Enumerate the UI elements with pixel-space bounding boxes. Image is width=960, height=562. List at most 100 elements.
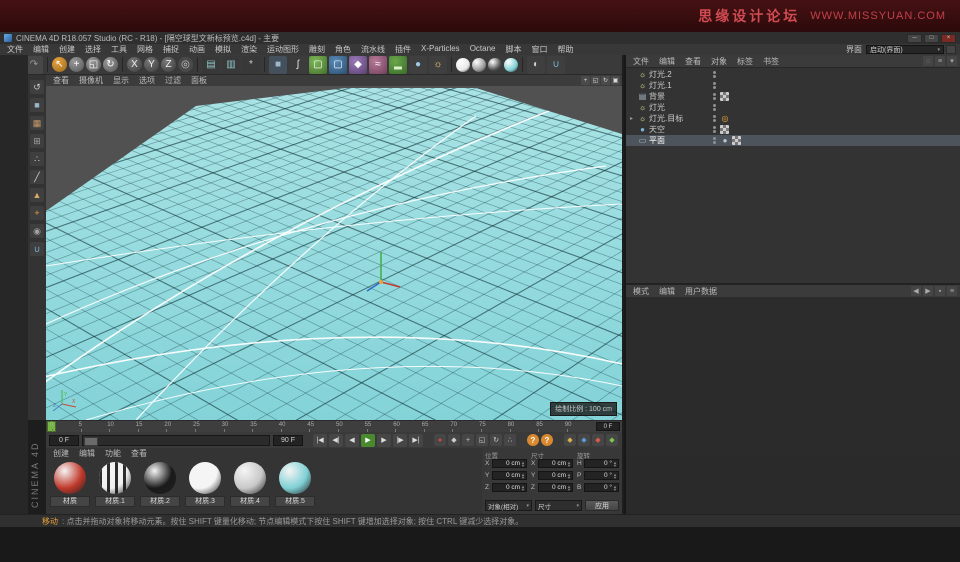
spinner-icon[interactable]: ▲▼ — [521, 485, 525, 491]
coordinate-field[interactable]: 0 cm▲▼ — [538, 483, 573, 492]
move-tool-icon[interactable]: + — [69, 57, 84, 72]
spinner-icon[interactable]: ▲▼ — [567, 473, 571, 479]
rotate-tool-icon[interactable]: ↻ — [103, 57, 118, 72]
display-lines-icon[interactable] — [488, 58, 502, 72]
record-keyframe-button[interactable]: ● — [434, 434, 446, 446]
play-button[interactable]: ▶ — [361, 434, 375, 447]
coordinate-field[interactable]: 0 °▲▼ — [584, 471, 619, 480]
spinner-icon[interactable]: ▲▼ — [521, 461, 525, 467]
viewport-menu-item[interactable]: 选项 — [134, 75, 160, 86]
keyframe-color-icon-3[interactable]: ◆ — [592, 434, 604, 446]
next-frame-button[interactable]: ▶ — [377, 434, 391, 447]
material-sphere[interactable] — [54, 462, 86, 494]
materials-menu-item[interactable]: 查看 — [126, 448, 152, 459]
scale-tool-icon[interactable]: ◱ — [86, 57, 101, 72]
timeline-range-slider[interactable] — [82, 435, 270, 446]
phong-tag-icon[interactable]: ● — [720, 136, 730, 146]
visibility-dots[interactable] — [713, 71, 716, 78]
object-manager-menu-item[interactable]: 查看 — [680, 56, 706, 67]
spinner-icon[interactable]: ▲▼ — [613, 485, 617, 491]
materials-menu-item[interactable]: 创建 — [48, 448, 74, 459]
coordinate-field[interactable]: 0 °▲▼ — [584, 483, 619, 492]
prev-frame-button[interactable]: ◀ — [345, 434, 359, 447]
snap-icon[interactable]: ∪ — [547, 56, 565, 74]
materials-menu-item[interactable]: 功能 — [100, 448, 126, 459]
keyframe-color-icon-4[interactable]: ◆ — [606, 434, 618, 446]
close-button[interactable]: × — [941, 34, 956, 43]
coordinate-field[interactable]: 0 °▲▼ — [584, 459, 619, 468]
viewport-3d-canvas[interactable]: Y X Z 绘制比例 : 100 cm — [46, 86, 622, 420]
history-forward-icon[interactable]: ▶ — [923, 286, 933, 296]
material-sphere[interactable] — [99, 462, 131, 494]
menubar-item[interactable]: 网格 — [132, 44, 158, 55]
menubar-item[interactable]: 插件 — [390, 44, 416, 55]
spinner-icon[interactable]: ▲▼ — [613, 473, 617, 479]
record-position-toggle[interactable]: + — [462, 434, 474, 446]
viewport-menu-item[interactable]: 显示 — [108, 75, 134, 86]
viewport-menu-item[interactable]: 过滤 — [160, 75, 186, 86]
enable-axis-icon[interactable]: + — [30, 206, 44, 220]
render-view-icon[interactable]: ▤ — [202, 56, 220, 74]
size-mode-dropdown[interactable]: 尺寸▾ — [535, 500, 582, 511]
material-item[interactable]: 材质.4 — [230, 462, 270, 507]
render-visibility-dot[interactable] — [713, 130, 716, 133]
pen-spline-icon[interactable]: ∫ — [289, 56, 307, 74]
render-visibility-dot[interactable] — [713, 141, 716, 144]
object-manager-menu-item[interactable]: 文件 — [628, 56, 654, 67]
attribute-manager-menu-item[interactable]: 模式 — [628, 286, 654, 297]
attribute-manager-menu-item[interactable]: 用户数据 — [680, 286, 722, 297]
viewport-menu-item[interactable]: 查看 — [48, 75, 74, 86]
viewport-menu-item[interactable]: 摄像机 — [74, 75, 108, 86]
filter-icon[interactable]: ≡ — [935, 56, 945, 66]
x-axis-toggle[interactable]: X — [127, 57, 142, 72]
layout-dropdown[interactable]: 启动(界面) ▾ — [866, 45, 944, 54]
material-item[interactable]: 材质 — [50, 462, 90, 507]
viewport-menu-item[interactable]: 面板 — [186, 75, 212, 86]
panel-menu-icon[interactable]: ≡ — [947, 286, 957, 296]
object-manager-menu-item[interactable]: 编辑 — [654, 56, 680, 67]
render-visibility-dot[interactable] — [713, 108, 716, 111]
menubar-item[interactable]: Octane — [465, 44, 501, 55]
menubar-item[interactable]: 雕刻 — [304, 44, 330, 55]
keyframe-color-icon-2[interactable]: ◆ — [578, 434, 590, 446]
material-sphere[interactable] — [189, 462, 221, 494]
render-settings-icon[interactable]: * — [242, 56, 260, 74]
menubar-item[interactable]: 运动图形 — [262, 44, 304, 55]
snap-toggle-icon[interactable]: ∪ — [30, 242, 44, 256]
object-row[interactable]: ●天空 — [626, 124, 960, 135]
record-rotation-toggle[interactable]: ↻ — [490, 434, 502, 446]
coordinate-field[interactable]: 0 cm▲▼ — [492, 471, 527, 480]
points-mode-icon[interactable]: ∴ — [30, 152, 44, 166]
goto-end-button[interactable]: ▶| — [409, 434, 423, 447]
menubar-item[interactable]: 模拟 — [210, 44, 236, 55]
object-row[interactable]: ☼灯光 — [626, 102, 960, 113]
object-row[interactable]: ▸☼灯光.目标◎ — [626, 113, 960, 124]
display-wireframe-icon[interactable] — [504, 58, 518, 72]
autokey-button[interactable]: ◆ — [448, 434, 460, 446]
spinner-icon[interactable]: ▲▼ — [521, 473, 525, 479]
light-tool-icon[interactable]: ☼ — [429, 56, 447, 74]
visibility-dots[interactable] — [713, 126, 716, 133]
display-gouraud-icon[interactable] — [456, 58, 470, 72]
coordinate-field[interactable]: 0 cm▲▼ — [538, 471, 573, 480]
maximize-button[interactable]: □ — [924, 34, 939, 43]
coordinate-field[interactable]: 0 cm▲▼ — [538, 459, 573, 468]
pan-view-icon[interactable]: + — [581, 76, 590, 85]
viewport-filter-icon[interactable]: ◉ — [30, 224, 44, 238]
material-sphere[interactable] — [144, 462, 176, 494]
next-key-button[interactable]: |▶ — [393, 434, 407, 447]
spinner-icon[interactable]: ▲▼ — [567, 461, 571, 467]
menubar-item[interactable]: 文件 — [2, 44, 28, 55]
add-cube-icon[interactable]: ■ — [269, 56, 287, 74]
layout-save-icon[interactable] — [946, 45, 956, 54]
coordinate-field[interactable]: 0 cm▲▼ — [492, 483, 527, 492]
polygons-mode-icon[interactable]: ▲ — [30, 188, 44, 202]
visibility-dots[interactable] — [713, 93, 716, 100]
lock-icon[interactable]: ▪ — [935, 286, 945, 296]
visibility-dots[interactable] — [713, 82, 716, 89]
menubar-item[interactable]: 帮助 — [552, 44, 578, 55]
workplane-mode-icon[interactable]: ⊞ — [30, 134, 44, 148]
menubar-item[interactable]: 流水线 — [356, 44, 390, 55]
model-mode-icon[interactable]: ■ — [30, 98, 44, 112]
material-sphere[interactable] — [234, 462, 266, 494]
